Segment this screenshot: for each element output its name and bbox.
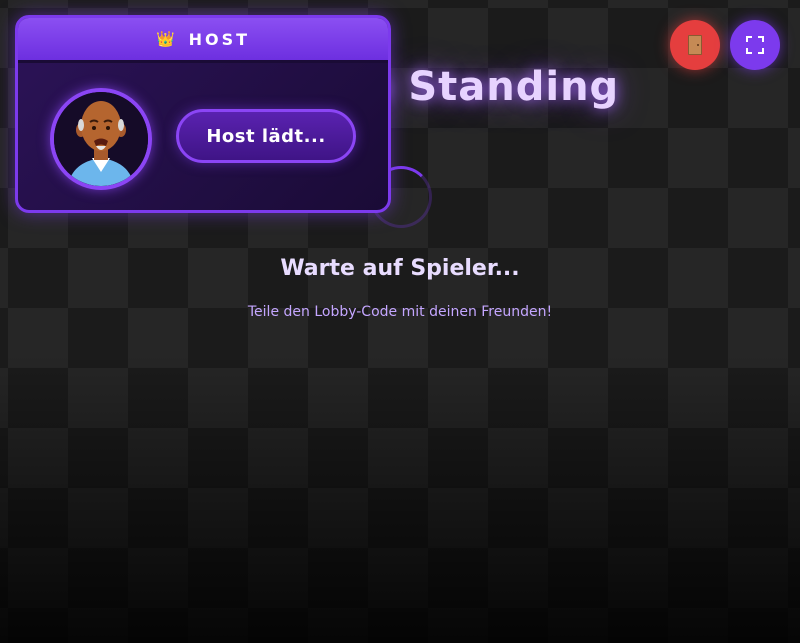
door-icon xyxy=(688,35,702,55)
host-avatar xyxy=(50,88,152,190)
exit-button[interactable] xyxy=(670,20,720,70)
waiting-hint: Teile den Lobby-Code mit deinen Freunden… xyxy=(247,304,553,320)
bald-man-avatar-icon xyxy=(54,92,148,186)
host-status-button[interactable]: Host lädt... xyxy=(176,109,356,163)
host-card: 👑 HOST Host lädt... xyxy=(15,15,391,213)
crown-icon: 👑 xyxy=(155,30,175,48)
fullscreen-icon xyxy=(746,36,764,54)
host-label: HOST xyxy=(188,29,251,49)
fullscreen-button[interactable] xyxy=(730,20,780,70)
waiting-title: Warte auf Spieler... xyxy=(280,256,520,281)
host-card-header: 👑 HOST xyxy=(18,18,388,63)
